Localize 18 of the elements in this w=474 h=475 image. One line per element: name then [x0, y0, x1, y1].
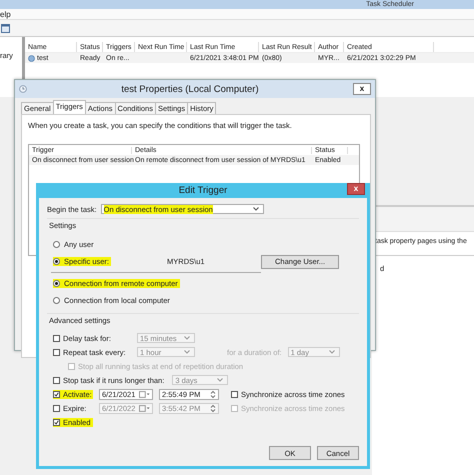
dialog-title: test Properties (Local Computer) — [120, 84, 260, 94]
check-icon — [54, 418, 59, 426]
window-icon[interactable] — [1, 24, 10, 32]
check-icon — [54, 390, 59, 398]
chevron-icon — [184, 350, 190, 354]
spinner-icon[interactable] — [210, 404, 216, 412]
close-button[interactable]: x — [347, 183, 365, 195]
spinner-icon[interactable] — [210, 390, 216, 398]
calendar-icon[interactable] — [139, 390, 150, 398]
dialog-title: Edit Trigger — [178, 185, 228, 196]
chevron-icon — [217, 378, 224, 382]
clock-icon — [19, 85, 27, 93]
task-icon — [28, 54, 35, 62]
close-button[interactable]: x — [353, 83, 371, 95]
chevron-icon — [184, 336, 190, 340]
chevron-icon — [328, 350, 335, 354]
menu-item[interactable]: elp — [0, 10, 11, 18]
chevron-icon — [252, 207, 259, 211]
